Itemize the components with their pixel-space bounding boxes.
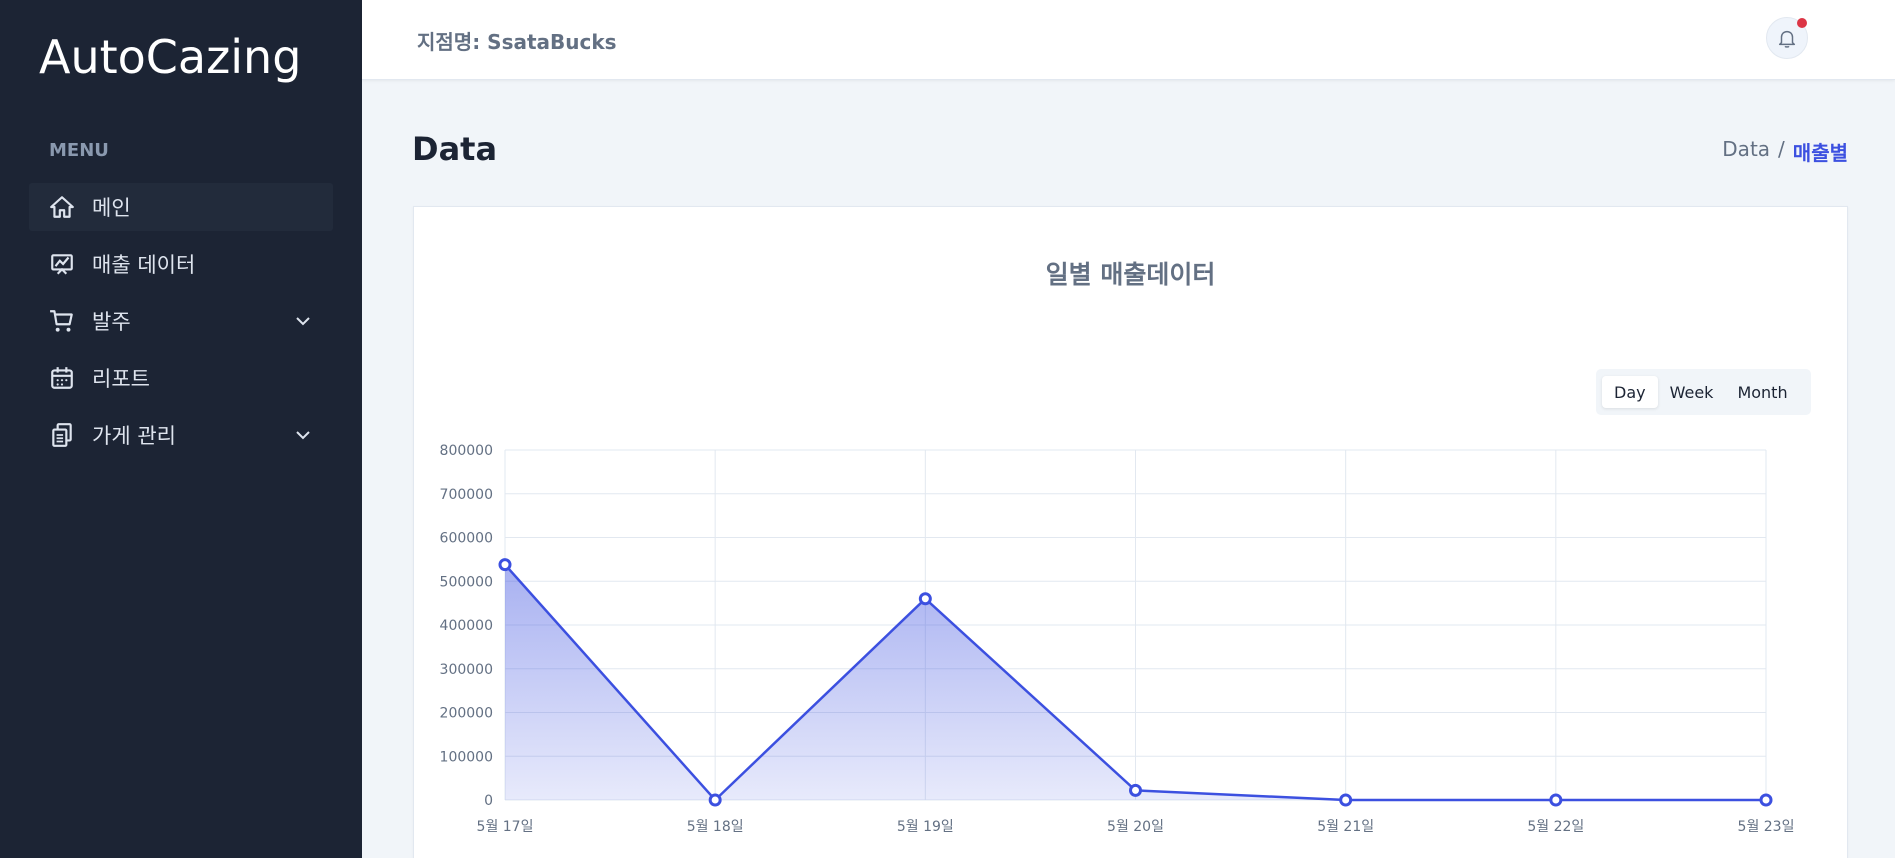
x-tick-label: 5월 17일 — [477, 819, 534, 835]
chevron-down-icon[interactable] — [295, 313, 311, 329]
sidebar-item-main[interactable]: 메인 — [29, 183, 333, 231]
y-tick-label: 200000 — [440, 706, 493, 722]
sidebar-item-label: 발주 — [92, 310, 131, 334]
y-tick-label: 100000 — [440, 749, 493, 765]
breadcrumb-separator: / — [1778, 137, 1785, 161]
data-point[interactable] — [1549, 793, 1563, 807]
page-title: Data — [412, 130, 498, 168]
store-name: 지점명: SsataBucks — [417, 30, 617, 54]
sidebar-item-order[interactable]: 발주 — [29, 297, 333, 345]
sidebar-item-label: 리포트 — [92, 367, 150, 391]
x-tick-label: 5월 23일 — [1738, 819, 1795, 835]
data-point[interactable] — [1129, 783, 1142, 797]
documents-icon — [49, 422, 75, 448]
y-tick-label: 400000 — [440, 618, 493, 634]
y-tick-label: 0 — [484, 793, 493, 809]
cart-icon — [49, 308, 75, 334]
x-tick-label: 5월 21일 — [1317, 819, 1374, 835]
chart-card: 일별 매출데이터 Day Week Month 0 100000 200000 300… — [413, 206, 1848, 858]
app-logo[interactable]: AutoCazing — [39, 30, 301, 84]
y-tick-label: 600000 — [440, 531, 493, 547]
breadcrumb: Data / 매출별 — [1722, 137, 1848, 166]
data-point[interactable] — [918, 592, 932, 606]
y-tick-label: 500000 — [440, 574, 493, 590]
notification-dot — [1797, 18, 1807, 28]
x-tick-label: 5월 20일 — [1107, 819, 1164, 835]
bell-icon — [1778, 30, 1796, 48]
data-point[interactable] — [1759, 793, 1773, 807]
y-tick-label: 800000 — [440, 443, 493, 459]
chart-board-icon — [49, 251, 75, 277]
chevron-down-icon[interactable] — [295, 427, 311, 443]
x-tick-label: 5월 18일 — [687, 819, 744, 835]
home-icon — [49, 194, 75, 220]
data-point[interactable] — [498, 558, 512, 572]
sidebar-item-sales-data[interactable]: 매출 데이터 — [29, 240, 333, 288]
sidebar-item-label: 가게 관리 — [92, 424, 176, 448]
calendar-icon — [49, 365, 75, 391]
sidebar-item-report[interactable]: 리포트 — [29, 354, 333, 402]
top-header: 지점명: SsataBucks — [362, 0, 1895, 80]
breadcrumb-parent[interactable]: Data — [1722, 137, 1770, 166]
sidebar-item-store-management[interactable]: 가게 관리 — [29, 411, 333, 459]
data-point[interactable] — [1339, 793, 1353, 807]
breadcrumb-current: 매출별 — [1792, 141, 1848, 165]
sidebar-nav: 메인 매출 데이터 발주 리포트 가게 관리 — [29, 183, 333, 468]
y-tick-label: 300000 — [440, 662, 493, 678]
sidebar-item-label: 매출 데이터 — [92, 253, 196, 277]
x-tick-label: 5월 22일 — [1527, 819, 1584, 835]
y-tick-label: 700000 — [440, 487, 493, 503]
sales-area-chart: 0 100000 200000 300000 400000 500000 600000 700… — [440, 443, 1795, 835]
data-point[interactable] — [708, 793, 722, 807]
sidebar-item-label: 메인 — [92, 196, 131, 220]
x-tick-label: 5월 19일 — [897, 819, 954, 835]
menu-heading: MENU — [49, 140, 109, 161]
sidebar: AutoCazing MENU 메인 매출 데이터 발주 리포트 가게 관리 — [0, 0, 362, 858]
notification-button[interactable] — [1766, 17, 1808, 59]
